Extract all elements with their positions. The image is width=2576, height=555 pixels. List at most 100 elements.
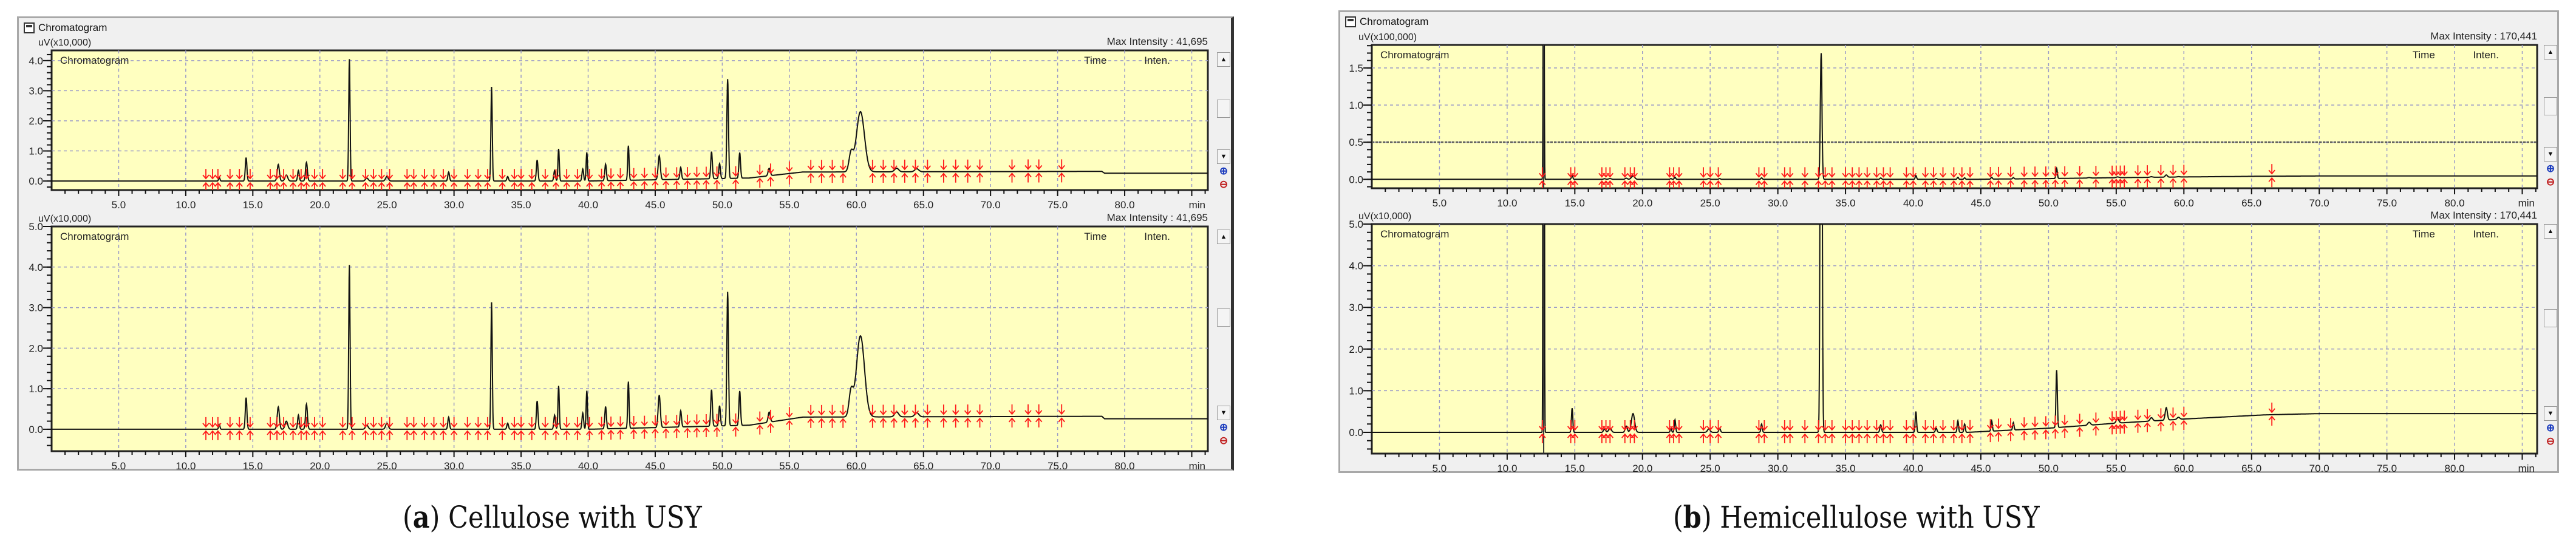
x-tick-label: 65.0: [2241, 463, 2261, 474]
chart-plot-b: 5.0 10.0 15.0 20.0 25.0 30.0 35.0 40.0 45.0 50.0 5…: [1349, 30, 2538, 209]
x-tick-label: 65.0: [913, 460, 933, 472]
y-tick-label: 3.0: [29, 302, 43, 314]
x-tick-label: 10.0: [1497, 463, 1517, 474]
x-tick-label: 75.0: [2377, 463, 2397, 474]
x-tick-label: 45.0: [645, 460, 665, 472]
x-tick-label: 50.0: [2039, 463, 2059, 474]
max-intensity-label: Max Intensity : 41,695: [1107, 36, 1208, 47]
y-axis-unit-label: uV(x10,000): [38, 38, 91, 48]
x-tick-label: 75.0: [2377, 197, 2397, 209]
y-tick-label: 2.0: [29, 342, 43, 354]
x-tick-label: 20.0: [310, 460, 330, 472]
y-tick-label: 0.0: [29, 424, 43, 435]
caption-letter: b: [1683, 499, 1702, 535]
x-tick-label: 35.0: [1836, 197, 1856, 209]
x-tick-label: 30.0: [444, 460, 464, 472]
x-tick-label: 20.0: [310, 199, 330, 211]
x-tick-label: 25.0: [1700, 197, 1720, 209]
y-tick-label: 1.0: [1349, 100, 1363, 111]
x-tick-label: 15.0: [243, 199, 263, 211]
x-tick-label: 80.0: [2444, 197, 2464, 209]
x-tick-label: 15.0: [243, 460, 263, 472]
y-tick-label: 4.0: [29, 55, 43, 67]
x-tick-label: 15.0: [1565, 197, 1585, 209]
y-tick-label: 0.0: [1349, 174, 1363, 185]
x-axis-unit: min: [1189, 460, 1205, 472]
max-intensity-label: Max Intensity : 170,441: [2430, 209, 2537, 221]
max-intensity-label: Max Intensity : 41,695: [1107, 212, 1208, 223]
x-tick-label: 40.0: [578, 199, 598, 211]
x-tick-label: 30.0: [1768, 197, 1788, 209]
caption-text: Cellulose with USY: [448, 500, 702, 535]
x-tick-label: 35.0: [511, 199, 531, 211]
x-tick-label: 55.0: [2106, 463, 2126, 474]
y-axis-unit-label: uV(x100,000): [1358, 32, 1417, 43]
x-tick-label: 45.0: [645, 199, 665, 211]
x-tick-label: 20.0: [1632, 463, 1652, 474]
x-axis-unit: min: [1189, 199, 1205, 211]
x-tick-label: 45.0: [1971, 463, 1991, 474]
column-header-time: Time: [2413, 49, 2435, 61]
y-tick-label: 3.0: [29, 85, 43, 97]
x-tick-label: 60.0: [847, 199, 867, 211]
plot-area[interactable]: [1371, 223, 2538, 455]
y-tick-label: 2.0: [1349, 344, 1363, 355]
x-tick-label: 20.0: [1632, 197, 1652, 209]
x-tick-label: 65.0: [2241, 197, 2261, 209]
x-tick-label: 75.0: [1048, 199, 1068, 211]
x-tick-label: 15.0: [1565, 463, 1585, 474]
x-tick-label: 25.0: [377, 460, 397, 472]
x-tick-label: 5.0: [112, 199, 126, 211]
x-tick-label: 70.0: [981, 460, 1001, 472]
x-axis-unit: min: [2518, 463, 2535, 474]
plot-area[interactable]: [1371, 44, 2538, 189]
x-tick-label: 5.0: [112, 460, 126, 472]
chart-plot-a: 5.0 10.0 15.0 20.0 25.0 30.0 35.0 40.0 45.0 50.0 5…: [29, 36, 1209, 211]
x-tick-label: 35.0: [1836, 463, 1856, 474]
x-tick-label: 40.0: [1903, 463, 1923, 474]
x-tick-label: 50.0: [2039, 197, 2059, 209]
x-tick-label: 80.0: [2444, 463, 2464, 474]
x-tick-label: 25.0: [377, 199, 397, 211]
x-tick-label: 40.0: [1903, 197, 1923, 209]
x-tick-label: 50.0: [712, 460, 732, 472]
y-tick-label: 2.0: [29, 115, 43, 127]
x-tick-label: 70.0: [2309, 197, 2329, 209]
x-tick-label: 65.0: [913, 199, 933, 211]
column-header-intensity: Inten.: [1144, 231, 1170, 242]
x-tick-label: 70.0: [981, 199, 1001, 211]
x-tick-label: 80.0: [1115, 460, 1135, 472]
x-tick-label: 25.0: [1700, 463, 1720, 474]
max-intensity-label: Max Intensity : 170,441: [2430, 30, 2537, 42]
x-tick-label: 60.0: [847, 460, 867, 472]
y-axis-unit-label: uV(x10,000): [1358, 211, 1411, 222]
caption-text: Hemicellulose with USY: [1720, 500, 2040, 535]
column-header-time: Time: [1084, 231, 1106, 242]
x-tick-label: 5.0: [1433, 463, 1447, 474]
plot-title: Chromatogram: [1380, 49, 1449, 61]
y-tick-label: 1.0: [29, 383, 43, 395]
chart-plot-a: 5.0 10.0 15.0 20.0 25.0 30.0 35.0 40.0 45.0 50.0 5…: [29, 212, 1209, 472]
x-tick-label: 80.0: [1115, 199, 1135, 211]
column-header-intensity: Inten.: [1144, 55, 1170, 66]
column-header-intensity: Inten.: [2473, 228, 2499, 240]
x-tick-label: 40.0: [578, 460, 598, 472]
x-tick-label: 60.0: [2174, 197, 2194, 209]
x-axis-unit: min: [2518, 197, 2535, 209]
caption-b: (b) Hemicellulose with USY: [1673, 499, 2040, 535]
y-tick-label: 3.0: [1349, 302, 1363, 313]
plot-title: Chromatogram: [1380, 228, 1449, 240]
x-tick-label: 70.0: [2309, 463, 2329, 474]
x-tick-label: 30.0: [1768, 463, 1788, 474]
x-tick-label: 35.0: [511, 460, 531, 472]
x-tick-label: 10.0: [175, 460, 196, 472]
x-tick-label: 55.0: [779, 460, 799, 472]
column-header-time: Time: [2413, 228, 2435, 240]
x-tick-label: 55.0: [779, 199, 799, 211]
y-tick-label: 1.5: [1349, 63, 1363, 74]
x-tick-label: 50.0: [712, 199, 732, 211]
x-tick-label: 10.0: [1497, 197, 1517, 209]
y-tick-label: 0.0: [1349, 427, 1363, 438]
x-tick-label: 5.0: [1433, 197, 1447, 209]
y-axis-unit-label: uV(x10,000): [38, 214, 91, 224]
